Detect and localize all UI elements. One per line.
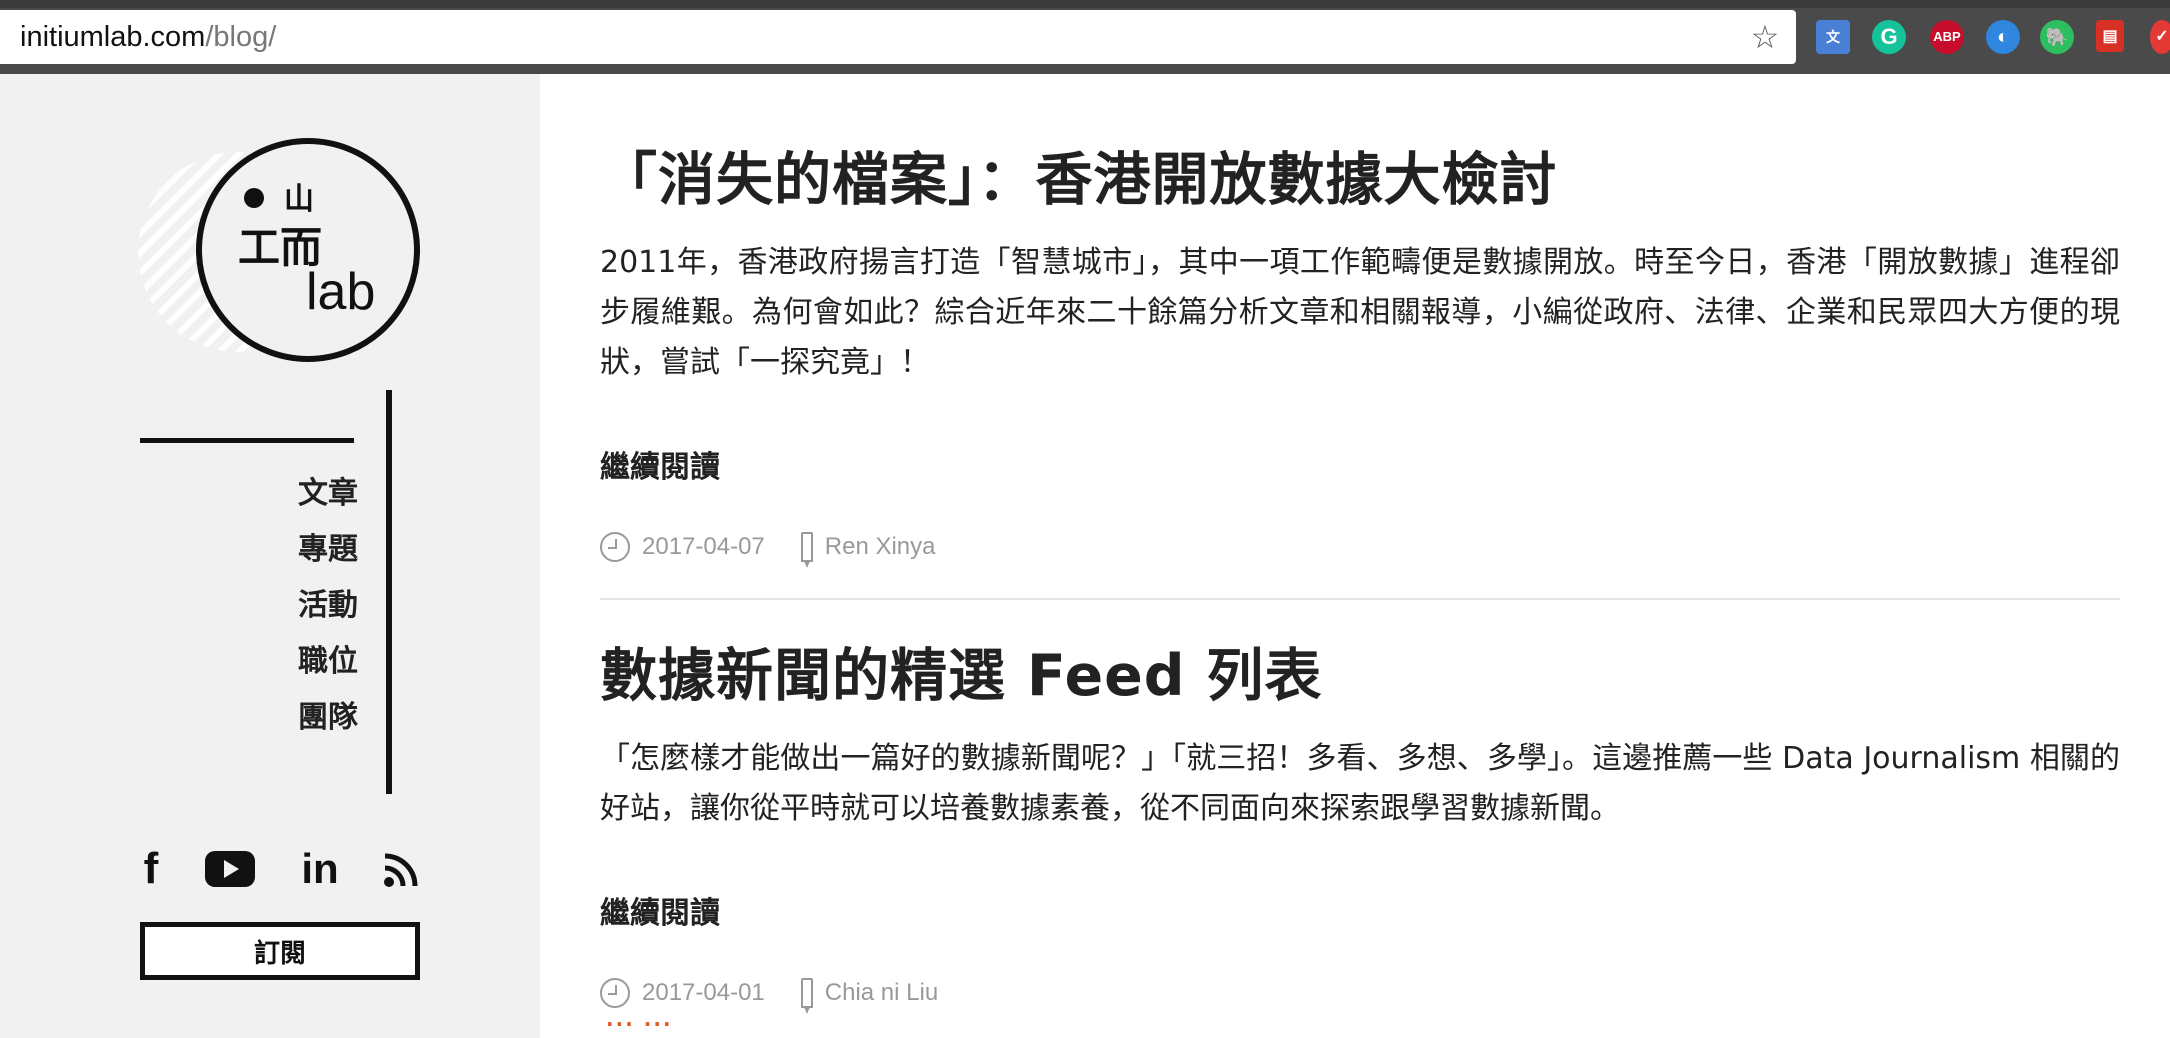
read-more-link[interactable]: 繼續閱讀 [600, 888, 720, 932]
address-bar[interactable]: initiumlab.com/blog/ ☆ [0, 10, 1796, 64]
linkedin-icon[interactable]: in [298, 844, 342, 894]
clock-icon [600, 532, 630, 562]
url-host: initiumlab.com [20, 20, 206, 53]
browser-top-edge [0, 0, 2170, 8]
adblock-plus-icon[interactable]: ABP [1930, 20, 1964, 54]
pencil-icon [800, 532, 813, 568]
logo-glyph-mountain: 山 [284, 182, 314, 217]
nav-item-articles[interactable]: 文章 [158, 468, 358, 512]
post-meta: 2017-04-01 Chia ni Liu [600, 978, 938, 1014]
post-author[interactable]: Chia ni Liu [825, 979, 938, 1007]
grammarly-icon[interactable]: G [1872, 20, 1906, 54]
browser-ext-icon[interactable]: ◐ [1986, 20, 2020, 54]
read-more-link[interactable]: 繼續閱讀 [600, 442, 720, 486]
post-meta: 2017-04-07 Ren Xinya [600, 532, 936, 568]
nav-item-topics[interactable]: 專題 [158, 524, 358, 568]
post-title[interactable]: 數據新聞的精選 Feed 列表 [600, 630, 2120, 712]
post-item: 數據新聞的精選 Feed 列表 「怎麼樣才能做出一篇好的數據新聞呢？」「就三招！… [600, 630, 2120, 834]
url-path: /blog/ [205, 20, 277, 53]
doc-icon[interactable]: ▤ [2096, 20, 2124, 52]
nav-item-jobs[interactable]: 職位 [158, 636, 358, 680]
facebook-icon[interactable]: f [136, 844, 166, 894]
nav-active-indicator [140, 438, 354, 443]
site-logo[interactable]: 山 工 而 lab [138, 132, 428, 392]
browser-toolbar: initiumlab.com/blog/ ☆ 文 G ABP ◐ 🐘 ▤ ✓ [0, 0, 2170, 74]
post-excerpt: 「怎麼樣才能做出一篇好的數據新聞呢？」「就三招！多看、多想、多學」。這邊推薦一些… [600, 741, 2120, 826]
nav-item-team[interactable]: 團隊 [158, 692, 358, 736]
main-nav: 文章 專題 活動 職位 團隊 [140, 390, 392, 794]
post-title[interactable]: 「消失的檔案」：香港開放數據大檢討 [600, 134, 2120, 216]
social-links: f in [0, 844, 540, 904]
youtube-icon[interactable] [204, 844, 256, 894]
post-list: 「消失的檔案」：香港開放數據大檢討 2011年，香港政府揚言打造「智慧城市」，其… [540, 74, 2170, 1038]
post-date: 2017-04-01 [642, 979, 765, 1006]
logo-circle: 山 工 而 lab [196, 138, 420, 362]
post-date: 2017-04-07 [642, 533, 765, 560]
post-author[interactable]: Ren Xinya [825, 533, 936, 561]
nav-vertical-rule [386, 390, 392, 794]
logo-dot [244, 188, 264, 208]
post-divider [600, 598, 2120, 600]
evernote-icon[interactable]: 🐘 [2040, 20, 2074, 54]
google-translate-icon[interactable]: 文 [1816, 20, 1850, 54]
rss-icon[interactable] [382, 844, 422, 894]
nav-item-events[interactable]: 活動 [158, 580, 358, 624]
loading-dots: ··· ··· [606, 1012, 673, 1036]
subscribe-button[interactable]: 訂閱 [140, 922, 420, 980]
url-text: initiumlab.com/blog/ [20, 21, 276, 54]
pencil-icon [800, 978, 813, 1014]
logo-glyph-work: 工 [238, 223, 281, 272]
bookmark-star-icon[interactable]: ☆ [1748, 20, 1782, 54]
clock-icon [600, 978, 630, 1008]
post-item: 「消失的檔案」：香港開放數據大檢討 2011年，香港政府揚言打造「智慧城市」，其… [600, 134, 2120, 388]
sidebar: 山 工 而 lab 文章 專題 活動 職位 團隊 f in 訂閱 [0, 74, 540, 1038]
post-excerpt: 2011年，香港政府揚言打造「智慧城市」，其中一項工作範疇便是數據開放。時至今日… [600, 245, 2120, 380]
logo-text: lab [306, 263, 376, 321]
check-icon[interactable]: ✓ [2150, 20, 2170, 54]
